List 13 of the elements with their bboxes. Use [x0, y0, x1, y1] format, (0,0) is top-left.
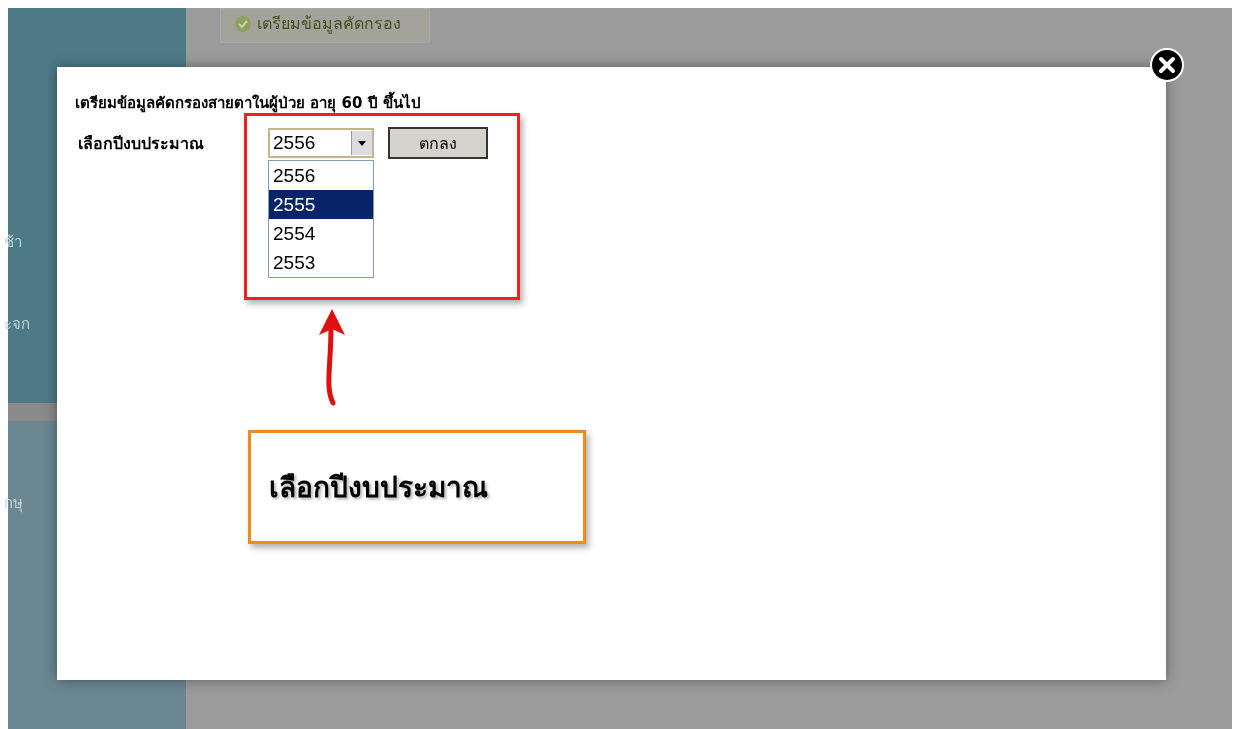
dialog-title: เตรียมข้อมูลคัดกรองสายตาในผู้ป่วย อายุ 60 ปี ขึ้นไป	[75, 91, 1148, 115]
year-select[interactable]: 2556	[268, 128, 374, 158]
dropdown-option[interactable]: 2556	[269, 161, 373, 190]
dropdown-option[interactable]: 2554	[269, 219, 373, 248]
caret-icon	[351, 131, 372, 155]
callout-text: เลือกปีงบประมาณ	[248, 430, 586, 544]
dropdown-option[interactable]: 2555	[269, 190, 373, 219]
year-label: เลือกปีงบประมาณ	[78, 132, 205, 155]
close-icon[interactable]	[1150, 48, 1184, 82]
check-circle-icon	[235, 15, 251, 32]
dropdown-option[interactable]: 2553	[269, 248, 373, 277]
ok-button[interactable]: ตกลง	[388, 127, 488, 159]
prepare-data-button[interactable]: เตรียมข้อมูลคัดกรอง	[220, 8, 430, 43]
